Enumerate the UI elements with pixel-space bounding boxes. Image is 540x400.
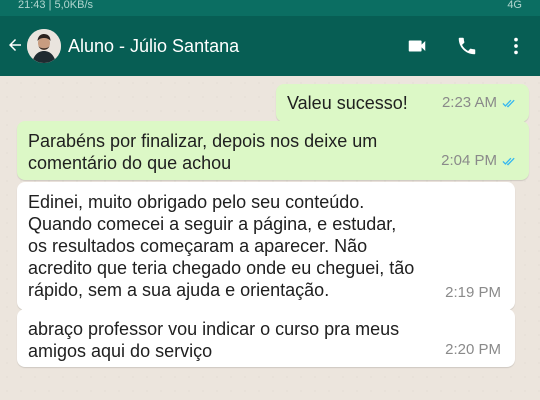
contact-photo-icon (27, 29, 61, 63)
message-bubble-outgoing[interactable]: Parabéns por finalizar, depois nos deixe… (17, 121, 529, 180)
phone-icon[interactable] (456, 35, 478, 57)
message-time: 2:23 AM (441, 94, 497, 111)
chat-header: Aluno - Júlio Santana (0, 16, 540, 76)
message-meta: 2:04 PM (441, 150, 517, 172)
message-text: abraço professor vou indicar o curso pra… (28, 319, 400, 361)
double-check-read-icon (502, 157, 515, 166)
message-bubble-incoming[interactable]: Edinei, muito obrigado pelo seu conteúdo… (17, 182, 515, 310)
more-options-icon[interactable] (505, 35, 527, 57)
message-meta: 2:20 PM (445, 339, 501, 361)
message-meta: 2:23 AM (442, 92, 517, 114)
double-check-read-icon (502, 99, 515, 108)
message-time: 2:04 PM (441, 152, 497, 169)
message-time: 2:19 PM (445, 284, 501, 301)
back-arrow-icon[interactable] (6, 36, 24, 54)
message-bubble-outgoing[interactable]: Valeu sucesso! 2:23 AM (276, 84, 529, 122)
message-text: Valeu sucesso! (287, 93, 408, 113)
avatar[interactable] (27, 29, 61, 63)
message-time: 2:20 PM (445, 341, 501, 358)
message-text: Parabéns por finalizar, depois nos deixe… (28, 131, 378, 173)
chat-area[interactable]: Valeu sucesso! 2:23 AM Parabéns por fina… (0, 76, 540, 400)
message-text: Edinei, muito obrigado pelo seu conteúdo… (28, 192, 415, 300)
video-call-icon[interactable] (406, 35, 428, 57)
message-bubble-incoming[interactable]: abraço professor vou indicar o curso pra… (17, 309, 515, 367)
status-bar-right: 4G (507, 0, 522, 11)
contact-name[interactable]: Aluno - Júlio Santana (68, 36, 239, 57)
status-bar-left: 21:43 | 5,0KB/s (18, 0, 94, 11)
status-bar: 21:43 | 5,0KB/s 4G (0, 0, 540, 16)
message-meta: 2:19 PM (445, 282, 501, 304)
